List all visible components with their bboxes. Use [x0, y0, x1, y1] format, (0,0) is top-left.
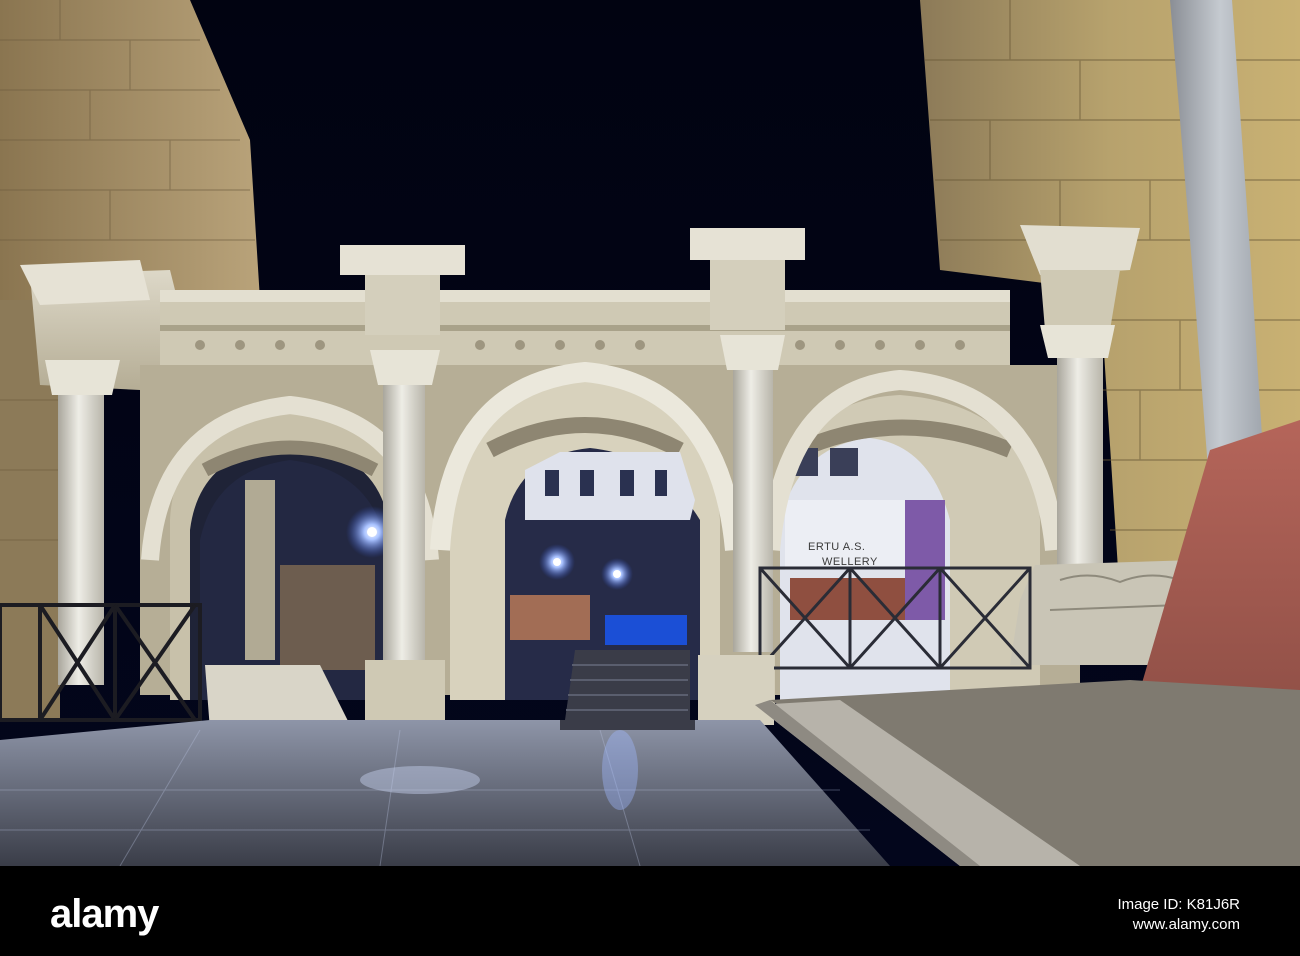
image-id-block: Image ID: K81J6R www.alamy.com — [1117, 895, 1240, 935]
hadrians-gate-night-photo: ERTU A.S. WELLERY — [0, 0, 1300, 866]
shop-sign-text-1: ERTU A.S. — [808, 541, 865, 553]
marble-plaza — [0, 720, 890, 866]
alamy-logo-text: alamy — [50, 892, 159, 936]
shop-sign-text-2: WELLERY — [822, 556, 878, 568]
image-id-label: Image ID: K81J6R — [1117, 896, 1240, 913]
alamy-logo: alamy — [50, 892, 159, 937]
watermark-footer-bar — [0, 866, 1300, 956]
photo-stage: ERTU A.S. WELLERY alamy Image ID: K81J6R… — [0, 0, 1300, 956]
site-url: www.alamy.com — [1132, 916, 1240, 933]
